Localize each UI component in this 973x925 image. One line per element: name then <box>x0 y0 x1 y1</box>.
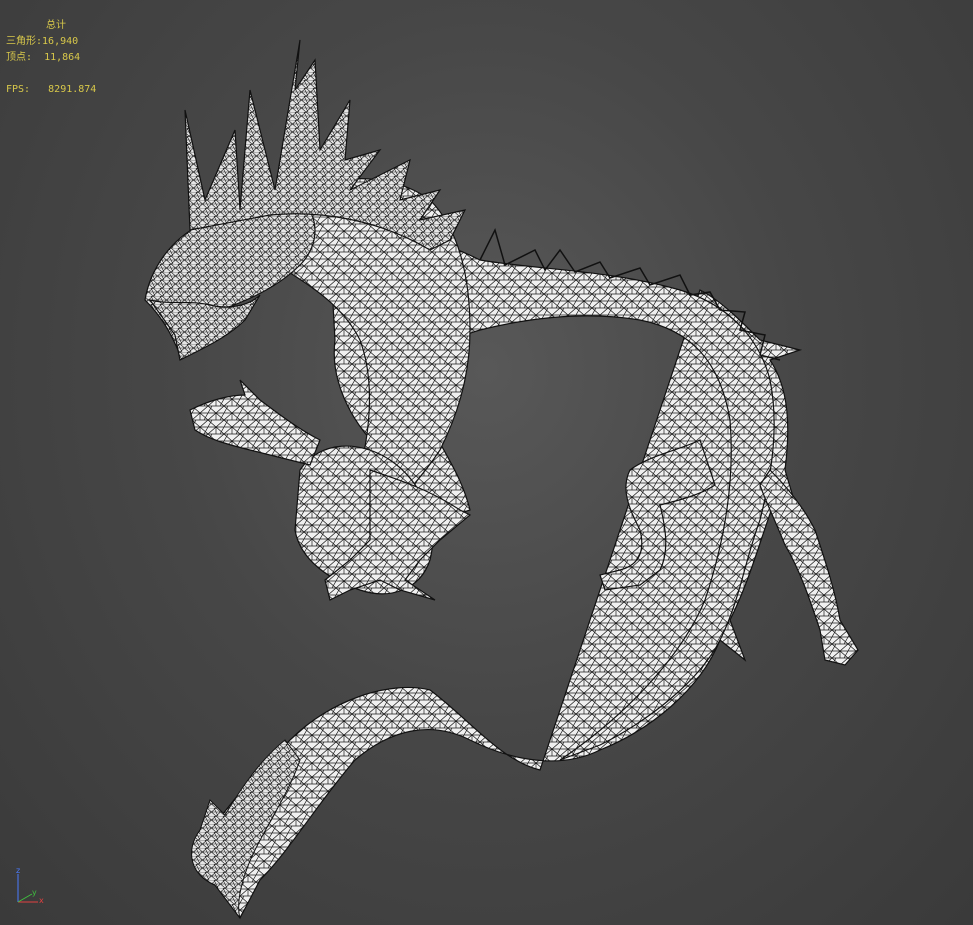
z-axis-label: z <box>16 866 21 875</box>
hind-leg-right <box>759 469 859 666</box>
y-axis-label: y <box>32 888 37 897</box>
front-claw <box>189 379 321 466</box>
dragon-wireframe-model[interactable] <box>0 0 973 925</box>
axis-gizmo: z x y <box>10 866 50 910</box>
viewport[interactable]: 总计 三角形:16,940 顶点: 11,864 FPS: 8291.874 z… <box>0 0 973 925</box>
x-axis-label: x <box>39 896 44 905</box>
